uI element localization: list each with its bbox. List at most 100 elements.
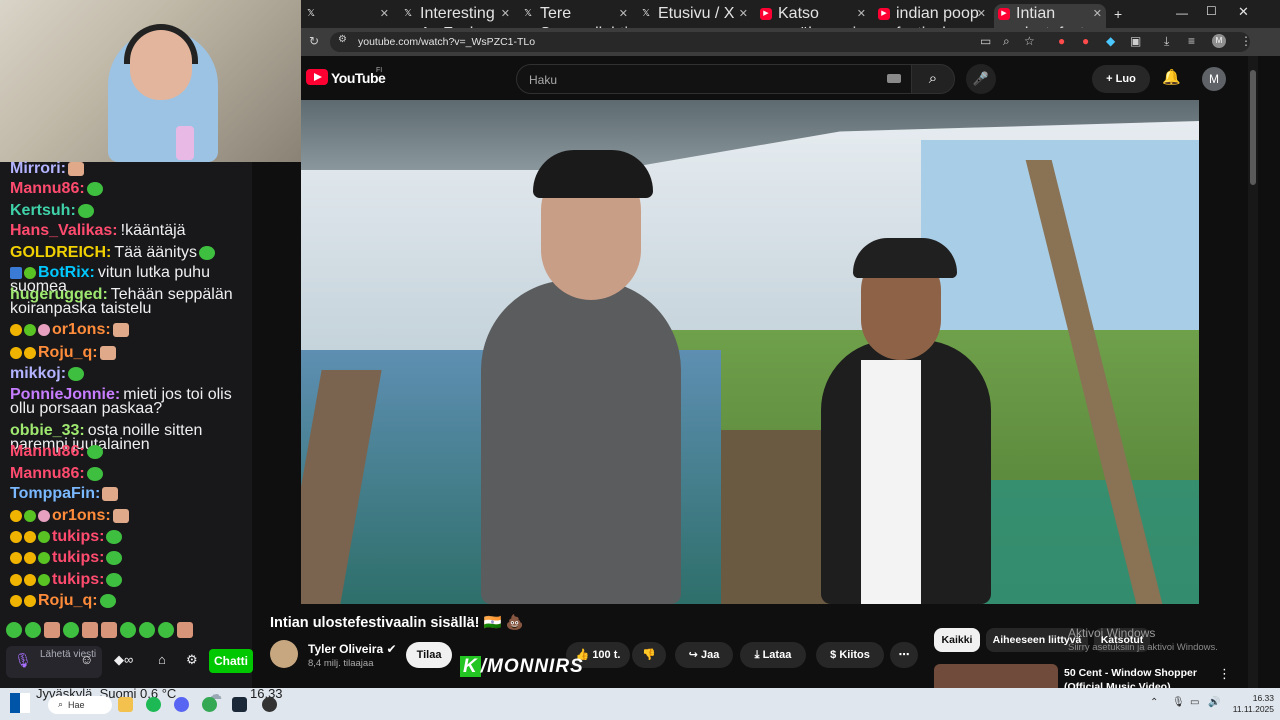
emote-bar[interactable]: [6, 622, 246, 640]
steam-icon[interactable]: [232, 697, 247, 712]
extension-icon[interactable]: ●: [1082, 34, 1089, 48]
extension-icon[interactable]: ◆: [1106, 34, 1115, 48]
notifications-bell-icon[interactable]: 🔔: [1162, 68, 1181, 86]
store-icon[interactable]: ⌂: [158, 652, 166, 667]
chat-username[interactable]: Roju_q:: [38, 344, 98, 361]
chat-username[interactable]: mikkoj:: [10, 365, 66, 382]
chat-badge-icon[interactable]: [24, 266, 36, 279]
chat-username[interactable]: tukips:: [52, 528, 104, 545]
download-icon[interactable]: ⤓: [1164, 34, 1169, 49]
maximize-icon[interactable]: ☐: [1206, 4, 1217, 18]
chat-username[interactable]: Mannu86:: [10, 180, 85, 197]
download-button[interactable]: ⤓ Lataa: [740, 642, 806, 668]
chat-badge-icon[interactable]: [38, 552, 50, 564]
browser-tab[interactable]: ▶indian poop festival✕: [874, 4, 990, 42]
new-tab-icon[interactable]: +: [1114, 6, 1122, 22]
chat-emote-icon[interactable]: [68, 367, 85, 381]
close-tab-icon[interactable]: ✕: [739, 4, 748, 24]
chat-emote-icon[interactable]: [86, 467, 103, 481]
extensions-puzzle-icon[interactable]: ▣: [1130, 34, 1141, 48]
scrollbar-thumb[interactable]: [1250, 70, 1256, 185]
close-tab-icon[interactable]: ✕: [977, 4, 986, 24]
bookmark-star-icon[interactable]: ☆: [1024, 34, 1035, 48]
keyboard-icon[interactable]: [887, 74, 901, 83]
cast-icon[interactable]: ▭: [980, 34, 991, 48]
chat-emote-icon[interactable]: [86, 445, 103, 459]
recommendation-menu-icon[interactable]: ⋮: [1218, 666, 1231, 682]
close-tab-icon[interactable]: ✕: [1093, 4, 1102, 24]
close-window-icon[interactable]: ✕: [1238, 4, 1249, 20]
chat-emote-icon[interactable]: [106, 551, 123, 565]
create-button[interactable]: + Luo: [1092, 65, 1150, 93]
chat-emote-icon[interactable]: [102, 487, 119, 501]
chat-badge-icon[interactable]: [10, 595, 22, 607]
account-avatar[interactable]: M: [1202, 67, 1226, 91]
volume-icon[interactable]: 🔊: [1208, 697, 1220, 708]
mic-icon[interactable]: 🎙: [14, 652, 32, 672]
chat-badge-icon[interactable]: [10, 574, 22, 586]
chat-username[interactable]: Mannu86:: [10, 465, 85, 482]
browser-tab[interactable]: 𝕏Interesting As Fuck✕: [398, 4, 514, 42]
chat-emote-icon[interactable]: [86, 182, 103, 196]
chip-all[interactable]: Kaikki: [934, 628, 980, 652]
share-button[interactable]: ↪ Jaa: [675, 642, 733, 668]
more-menu-icon[interactable]: ⋮: [1240, 34, 1252, 48]
extension-icon[interactable]: ●: [1058, 34, 1065, 48]
close-tab-icon[interactable]: ✕: [380, 4, 389, 24]
channel-name[interactable]: Tyler Oliveira ✔: [308, 642, 397, 656]
channel-avatar[interactable]: [270, 640, 298, 668]
discord-icon[interactable]: [174, 697, 189, 712]
chat-badge-icon[interactable]: [10, 266, 22, 279]
chat-username[interactable]: Kertsuh:: [10, 202, 76, 219]
browser-tab[interactable]: 𝕏Tere Sammallahti✕: [518, 4, 632, 42]
recommendation-thumbnail[interactable]: [934, 664, 1058, 688]
search-input[interactable]: Haku: [516, 64, 912, 94]
chat-username[interactable]: tukips:: [52, 549, 104, 566]
microphone-tray-icon[interactable]: 🎙: [1172, 697, 1185, 708]
browser-tab[interactable]: 𝕏 Etusivu / X ✕: [636, 4, 752, 28]
browser-tab[interactable]: 𝕏 ✕: [301, 4, 393, 28]
bits-icon[interactable]: ◆∞: [114, 652, 133, 668]
video-player[interactable]: [301, 100, 1199, 604]
close-tab-icon[interactable]: ✕: [501, 4, 510, 24]
chat-send-button[interactable]: Chatti: [209, 649, 253, 673]
profile-avatar[interactable]: M: [1212, 34, 1226, 48]
close-tab-icon[interactable]: ✕: [619, 4, 628, 24]
chat-emote-icon[interactable]: [99, 594, 116, 608]
chat-username[interactable]: Roju_q:: [38, 592, 98, 609]
more-actions-button[interactable]: ⋯: [890, 642, 918, 668]
emoji-icon[interactable]: ☺: [80, 652, 93, 667]
search-button[interactable]: ⌕: [911, 64, 955, 94]
chat-emote-icon[interactable]: [77, 204, 94, 218]
site-info-icon[interactable]: ⚙: [338, 34, 347, 45]
chat-badge-icon[interactable]: [24, 347, 36, 359]
minimize-icon[interactable]: —: [1176, 6, 1188, 20]
close-tab-icon[interactable]: ✕: [857, 4, 866, 24]
chat-emote-icon[interactable]: [112, 509, 129, 523]
chat-badge-icon[interactable]: [24, 510, 36, 522]
settings-gear-icon[interactable]: ⚙: [186, 652, 198, 668]
chat-badge-icon[interactable]: [10, 552, 22, 564]
chat-emote-icon[interactable]: [99, 346, 116, 360]
chat-username[interactable]: or1ons:: [52, 507, 111, 524]
chat-badge-icon[interactable]: [38, 510, 50, 522]
chat-badge-icon[interactable]: [38, 574, 50, 586]
chat-badge-icon[interactable]: [24, 574, 36, 586]
media-icon[interactable]: ≡: [1188, 34, 1195, 48]
browser-tab[interactable]: ▶Katso myöhemmin✕: [756, 4, 870, 42]
chat-username[interactable]: Hans_Valikas:: [10, 222, 118, 239]
taskbar-clock[interactable]: 16.33 11.11.2025: [1230, 693, 1274, 715]
reload-icon[interactable]: ↻: [309, 34, 319, 48]
chat-username[interactable]: TomppaFin:: [10, 485, 100, 502]
chat-badge-icon[interactable]: [38, 531, 50, 543]
dislike-button[interactable]: 👎: [632, 642, 666, 668]
voice-search-button[interactable]: 🎤: [966, 64, 996, 94]
chat-emote-icon[interactable]: [68, 162, 84, 176]
chat-badge-icon[interactable]: [10, 347, 22, 359]
chat-username[interactable]: tukips:: [52, 571, 104, 588]
chat-username[interactable]: GOLDREICH:: [10, 244, 111, 261]
chat-badge-icon[interactable]: [24, 595, 36, 607]
chat-emote-icon[interactable]: [112, 323, 129, 337]
file-explorer-icon[interactable]: [118, 697, 133, 712]
chat-badge-icon[interactable]: [10, 510, 22, 522]
